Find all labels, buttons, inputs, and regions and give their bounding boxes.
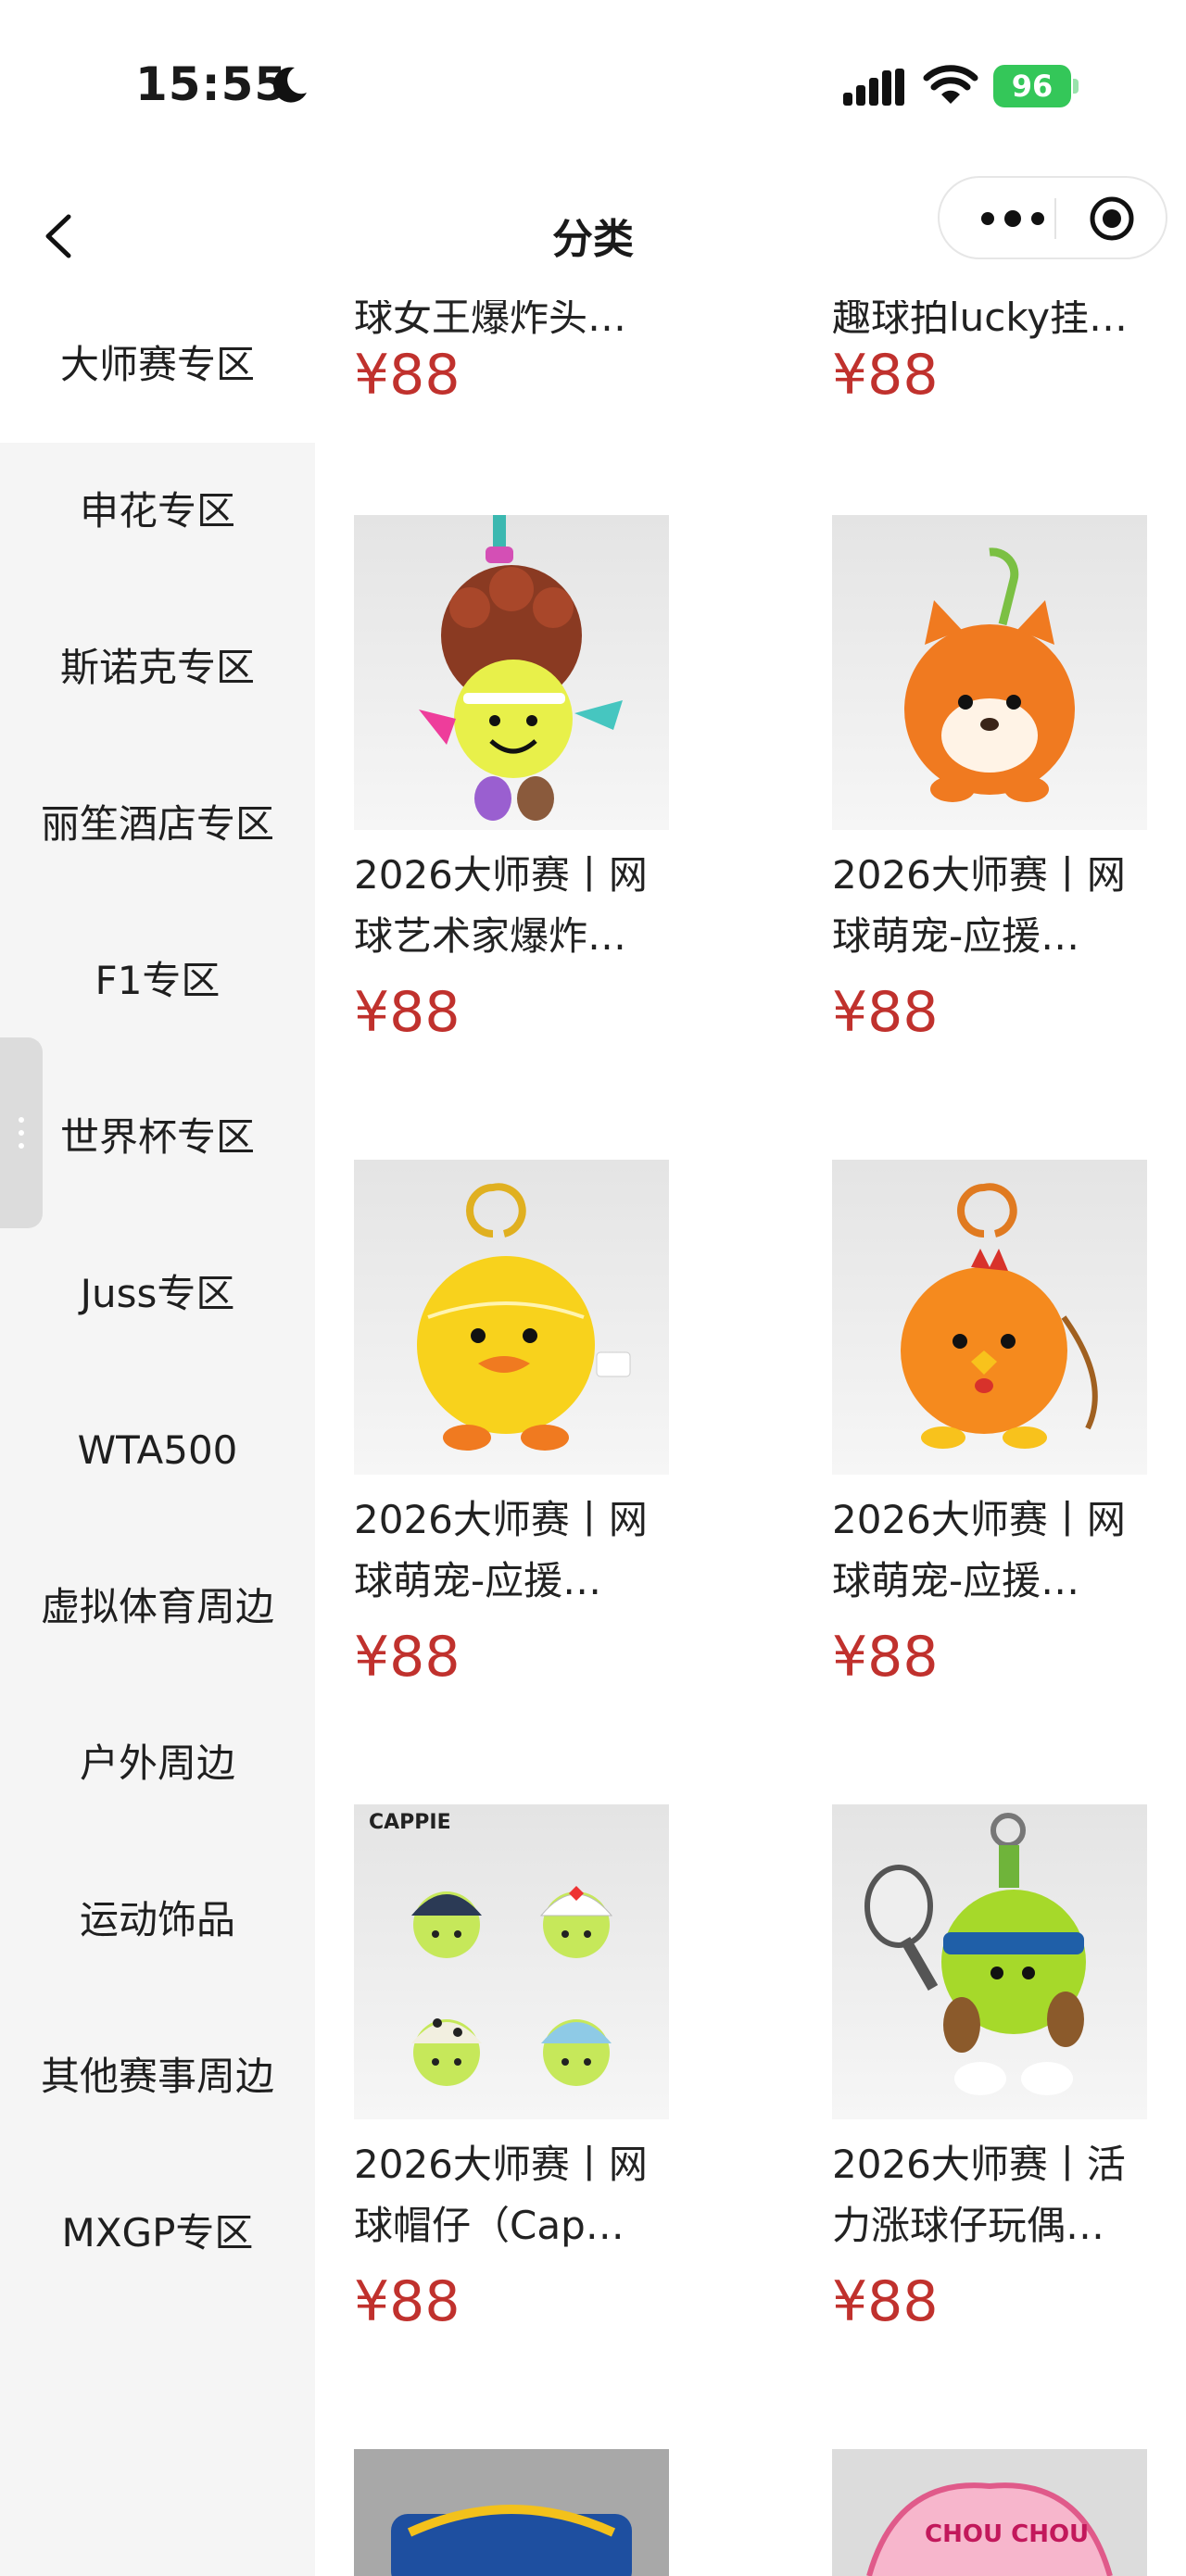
product-name: 2026大师赛丨网 球萌宠-应援…: [832, 1497, 1126, 1603]
product-name: 2026大师赛丨网 球萌宠-应援…: [354, 1497, 648, 1603]
sidebar-item-snooker[interactable]: 斯诺克专区: [0, 590, 315, 746]
drag-handle[interactable]: [0, 1037, 43, 1228]
product-image-keychain: [354, 2449, 669, 2576]
product-image-tennis-ball-artist: [354, 515, 669, 830]
sidebar-item-wta500[interactable]: WTA500: [0, 1373, 315, 1528]
sidebar-item-shenhua[interactable]: 申花专区: [0, 434, 315, 589]
close-miniprogram-icon[interactable]: [1088, 195, 1136, 243]
sidebar-item-mxgp[interactable]: MXGP专区: [0, 2155, 315, 2311]
capsule-divider: [1054, 198, 1056, 239]
product-card[interactable]: 2026大师赛丨网 球艺术家爆炸… ¥88: [354, 515, 669, 1045]
product-card[interactable]: 2026大师赛丨网 球萌宠-应援… ¥88: [354, 1160, 669, 1690]
cellular-signal-icon: [843, 69, 904, 106]
product-card[interactable]: [354, 2449, 669, 2576]
product-grid: 球女王爆炸头… ¥88 趣球拍lucky挂… ¥88 2026大师赛丨网 球艺术…: [315, 296, 1186, 2576]
product-image-duck-plush: [354, 1160, 669, 1475]
product-card[interactable]: CHOU CHOU: [832, 2449, 1147, 2576]
battery-level: 96: [993, 65, 1071, 107]
product-price: ¥88: [832, 1625, 939, 1690]
product-name: 2026大师赛丨网 球萌宠-应援…: [832, 852, 1126, 959]
product-card[interactable]: 2026大师赛丨活 力涨球仔玩偶… ¥88: [832, 1804, 1147, 2334]
product-card[interactable]: 趣球拍lucky挂… ¥88: [832, 296, 1147, 417]
product-image-racket-ball-plush: [832, 1804, 1147, 2119]
sidebar-item-radisson[interactable]: 丽笙酒店专区: [0, 747, 315, 902]
miniprogram-capsule: [938, 176, 1167, 259]
product-image-rooster-plush: [832, 1160, 1147, 1475]
product-name: 2026大师赛丨网 球帽仔（Cap…: [354, 2142, 648, 2248]
status-bar: 15:55 96: [0, 0, 1186, 176]
chou-chou-text: CHOU CHOU: [925, 2520, 1089, 2548]
product-image-chou-chou: CHOU CHOU: [832, 2449, 1147, 2576]
status-time: 15:55: [135, 57, 288, 111]
product-price: ¥88: [832, 980, 939, 1045]
product-price: ¥88: [832, 2269, 939, 2334]
product-card[interactable]: 2026大师赛丨网 球萌宠-应援… ¥88: [832, 1160, 1147, 1690]
sidebar-item-sports-accessories[interactable]: 运动饰品: [0, 1842, 315, 1998]
sidebar-item-virtual-sports[interactable]: 虚拟体育周边: [0, 1529, 315, 1685]
sidebar-item-masters[interactable]: 大师赛专区: [0, 287, 315, 443]
product-name: 球女王爆炸头…: [354, 296, 627, 340]
product-image-shiba-plush: [832, 515, 1147, 830]
moon-icon: [272, 67, 307, 103]
sidebar-item-other-events[interactable]: 其他赛事周边: [0, 1999, 315, 2155]
product-card[interactable]: CAPPIE 2026大师赛丨网 球帽仔（Cap… ¥88: [354, 1804, 669, 2334]
product-price: ¥88: [354, 2269, 461, 2334]
product-card[interactable]: 2026大师赛丨网 球萌宠-应援… ¥88: [832, 515, 1147, 1045]
sidebar-item-juss[interactable]: Juss专区: [0, 1216, 315, 1372]
sidebar-item-outdoor[interactable]: 户外周边: [0, 1686, 315, 1841]
battery-icon: 96: [993, 65, 1079, 107]
product-price: ¥88: [832, 343, 939, 408]
wifi-icon: [923, 65, 978, 104]
more-icon[interactable]: [973, 198, 1053, 239]
product-name: 趣球拍lucky挂…: [832, 296, 1129, 340]
product-name: 2026大师赛丨活 力涨球仔玩偶…: [832, 2142, 1126, 2248]
product-name: 2026大师赛丨网 球艺术家爆炸…: [354, 852, 648, 959]
navigation-bar: 分类: [0, 176, 1186, 296]
product-price: ¥88: [354, 343, 461, 408]
sidebar-item-f1[interactable]: F1专区: [0, 903, 315, 1059]
sidebar-item-world-cup[interactable]: 世界杯专区: [0, 1060, 315, 1215]
product-image-cappie-keychains: CAPPIE: [354, 1804, 669, 2119]
product-price: ¥88: [354, 1625, 461, 1690]
product-card[interactable]: 球女王爆炸头… ¥88: [354, 296, 669, 417]
product-price: ¥88: [354, 980, 461, 1045]
cappie-brand-text: CAPPIE: [369, 1811, 451, 1834]
category-sidebar: 大师赛专区 申花专区 斯诺克专区 丽笙酒店专区 F1专区 世界杯专区 Juss专…: [0, 287, 315, 2576]
